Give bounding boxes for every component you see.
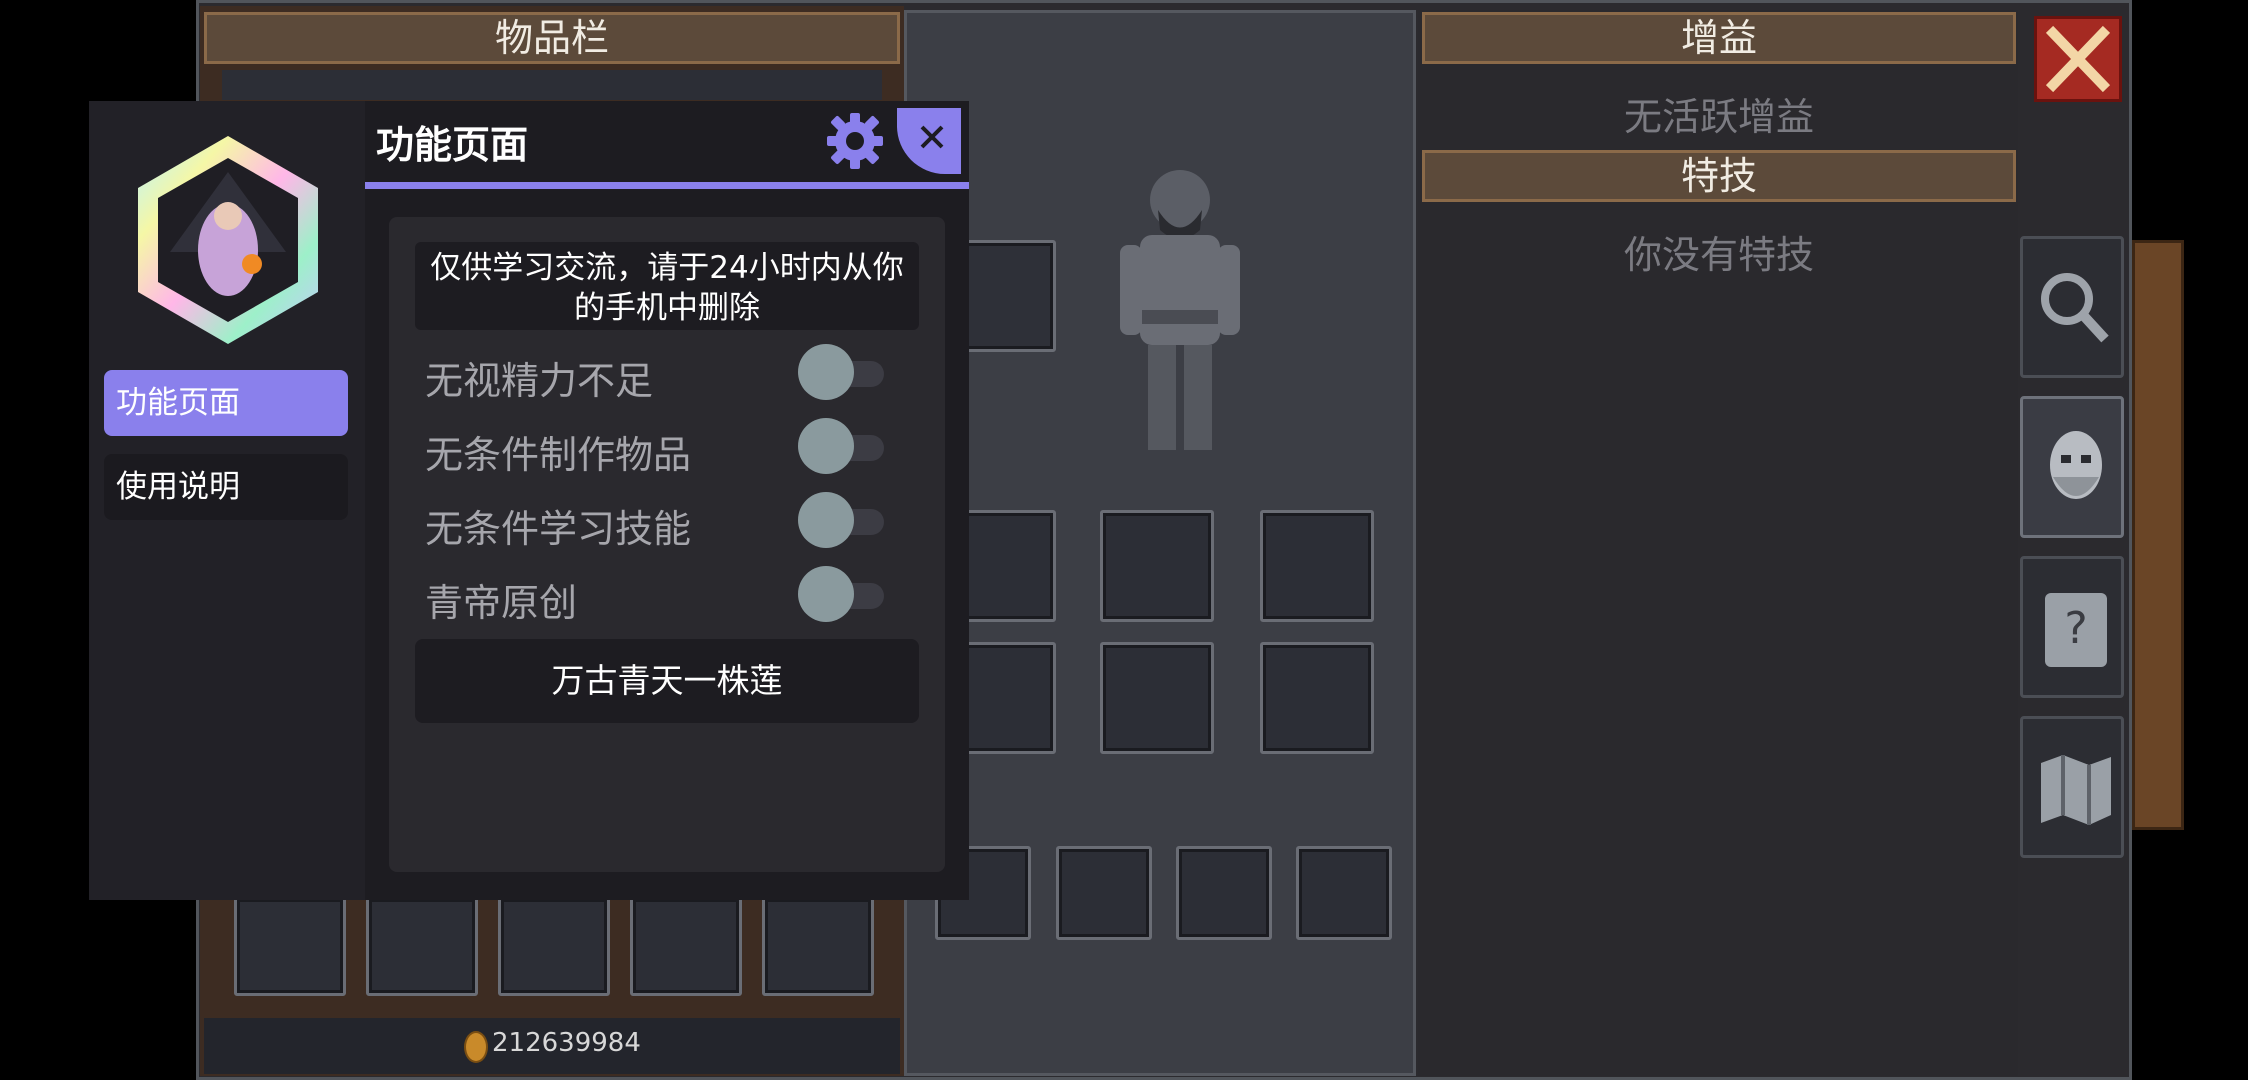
inventory-slot[interactable] bbox=[498, 896, 610, 996]
quest-book-icon: ? bbox=[2045, 593, 2107, 667]
pickaxe-slot[interactable] bbox=[1100, 510, 1214, 622]
perks-title: 特技 bbox=[1422, 150, 2016, 202]
header-underline bbox=[365, 182, 969, 189]
accessory-slot[interactable] bbox=[1176, 846, 1272, 940]
action-button[interactable]: 万古青天一株莲 bbox=[415, 639, 919, 723]
accessory-slot[interactable] bbox=[1056, 846, 1152, 940]
option-label: 无条件学习技能 bbox=[425, 507, 692, 551]
close-x-icon bbox=[2045, 25, 2111, 93]
svg-text:?: ? bbox=[2064, 603, 2087, 654]
gold-coin-icon bbox=[464, 1031, 488, 1063]
gold-bar: 212639984 bbox=[204, 1018, 900, 1074]
side-tab-quests[interactable]: ? bbox=[2020, 556, 2124, 698]
side-tab-map[interactable] bbox=[2020, 716, 2124, 858]
buffs-empty-text: 无活跃增益 bbox=[1623, 95, 1814, 139]
inventory-slot-row-top bbox=[222, 70, 882, 100]
disclaimer-notice: 仅供学习交流，请于24小时内从你的手机中删除 bbox=[415, 242, 919, 330]
inventory-slot[interactable] bbox=[234, 896, 346, 996]
inventory-slot[interactable] bbox=[630, 896, 742, 996]
settings-button[interactable] bbox=[824, 110, 886, 172]
gear-icon bbox=[827, 113, 883, 169]
side-tab-character[interactable] bbox=[2020, 396, 2124, 538]
close-icon bbox=[920, 125, 944, 149]
perks-empty-text: 你没有特技 bbox=[1623, 233, 1814, 277]
option-label: 无条件制作物品 bbox=[425, 433, 692, 477]
hammer-slot[interactable] bbox=[962, 642, 1056, 754]
toggle-knob bbox=[798, 418, 854, 474]
option-label: 无视精力不足 bbox=[425, 359, 654, 403]
sword-slot[interactable] bbox=[1100, 642, 1214, 754]
toggle-knob bbox=[798, 566, 854, 622]
accessory-slot[interactable] bbox=[1296, 846, 1392, 940]
option-toggle-free-crafting[interactable] bbox=[798, 418, 888, 476]
option-label: 青帝原创 bbox=[425, 581, 578, 625]
nav-item-features[interactable]: 功能页面 bbox=[104, 370, 348, 436]
armor-slot[interactable] bbox=[962, 240, 1056, 352]
toggle-knob bbox=[798, 344, 854, 400]
close-game-button[interactable] bbox=[2034, 16, 2122, 102]
inventory-slot[interactable] bbox=[366, 896, 478, 996]
menu-logo bbox=[138, 136, 318, 344]
toggle-knob bbox=[798, 492, 854, 548]
character-figure bbox=[1120, 170, 1240, 450]
fishing-rod-slot[interactable] bbox=[1260, 642, 1374, 754]
option-toggle-ignore-stamina[interactable] bbox=[798, 344, 888, 402]
option-toggle-original[interactable] bbox=[798, 566, 888, 624]
buffs-title: 增益 bbox=[1422, 12, 2016, 64]
option-toggle-free-skills[interactable] bbox=[798, 492, 888, 550]
axe-slot[interactable] bbox=[962, 510, 1056, 622]
map-icon bbox=[2041, 755, 2111, 825]
magnifier-icon bbox=[2041, 273, 2109, 343]
world-edge bbox=[2132, 240, 2184, 830]
side-tab-search[interactable] bbox=[2020, 236, 2124, 378]
inventory-slot[interactable] bbox=[762, 896, 874, 996]
shovel-slot[interactable] bbox=[1260, 510, 1374, 622]
character-head-icon bbox=[2050, 431, 2102, 499]
nav-item-instructions[interactable]: 使用说明 bbox=[104, 454, 348, 520]
gold-amount: 212639984 bbox=[492, 1028, 641, 1058]
menu-title: 功能页面 bbox=[376, 123, 529, 167]
inventory-title: 物品栏 bbox=[204, 12, 900, 64]
